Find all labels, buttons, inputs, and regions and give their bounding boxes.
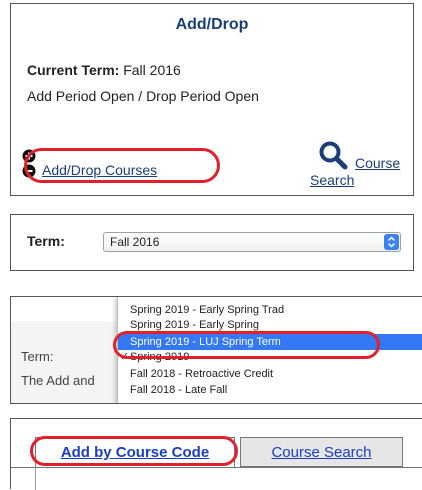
- term-select[interactable]: Fall 2016: [103, 232, 401, 252]
- highlight-circle: [113, 331, 380, 359]
- panel-title: Add/Drop: [175, 16, 249, 33]
- course-search-link[interactable]: Course Search: [310, 152, 410, 192]
- dropdown-option[interactable]: Fall 2018 - Late Fall: [118, 382, 422, 398]
- period-status-text: Add Period Open / Drop Period Open: [27, 88, 259, 104]
- content-border: [35, 467, 36, 490]
- background-info-text: The Add and: [21, 373, 95, 388]
- background-term-label: Term:: [21, 349, 54, 364]
- dropdown-option[interactable]: Spring 2019 - Early Spring Trad: [118, 302, 422, 318]
- current-term-label: Current Term:: [27, 62, 120, 78]
- chevron-updown-icon: [384, 234, 399, 250]
- highlight-circle: [30, 436, 238, 466]
- current-term: Current Term: Fall 2016: [27, 62, 181, 78]
- tab-course-search[interactable]: Course Search: [240, 437, 403, 467]
- term-select-value: Fall 2016: [110, 235, 160, 249]
- current-term-value: Fall 2016: [123, 62, 181, 78]
- highlight-circle: [24, 148, 220, 183]
- dropdown-option[interactable]: Fall 2018 - Retroactive Credit: [118, 366, 422, 382]
- course-search-line2: Search: [310, 172, 355, 188]
- term-select-panel: Term: Fall 2016: [10, 214, 414, 271]
- term-label: Term:: [27, 233, 65, 249]
- tabs-divider: [11, 467, 422, 468]
- course-search-line1: Course: [355, 155, 401, 171]
